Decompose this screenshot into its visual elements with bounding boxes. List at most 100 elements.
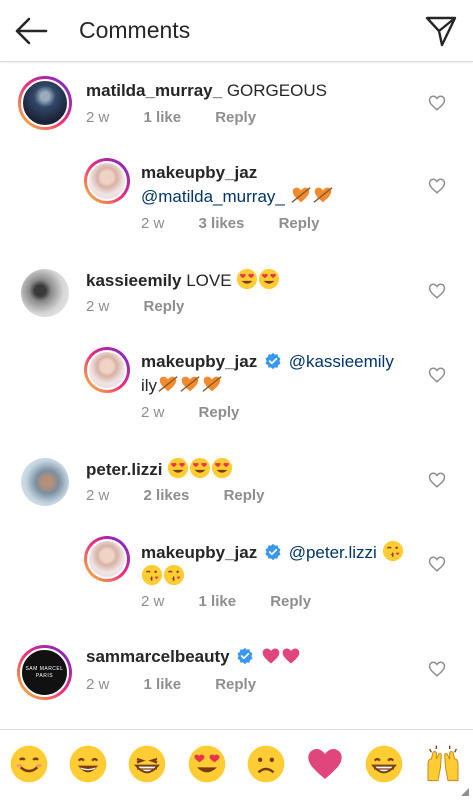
comment-username[interactable]: kassieemily	[86, 271, 181, 290]
heart-eyes-emoji-icon	[190, 457, 211, 479]
comment-username[interactable]: makeupby_jaz	[141, 352, 257, 371]
profile-photo	[21, 458, 69, 506]
heart-eyes-emoji-icon	[168, 457, 189, 479]
avatar[interactable]	[21, 458, 69, 506]
profile-photo	[87, 161, 127, 201]
avatar[interactable]	[84, 536, 130, 582]
comment-text: kassieemily LOVE	[86, 268, 280, 292]
like-heart-icon[interactable]	[428, 94, 446, 112]
comment-text: peter.lizzi	[86, 457, 233, 481]
comment-time: 2 w	[86, 487, 110, 504]
comment-time: 2 w	[86, 298, 110, 315]
emoji-quick-bar	[0, 729, 473, 800]
comment-text: makeupby_jaz @kassieemily ily	[141, 351, 416, 397]
heart-with-arrow-icon	[291, 187, 311, 203]
comment-time: 2 w	[141, 404, 165, 421]
reply-button[interactable]: Reply	[144, 298, 185, 315]
profile-photo	[87, 350, 127, 390]
like-heart-icon[interactable]	[428, 366, 446, 384]
comment-username[interactable]: sammarcelbeauty	[86, 647, 230, 666]
page-title: Comments	[79, 17, 191, 43]
heart-with-arrow-icon	[202, 376, 222, 392]
comment-item: peter.lizzi 2 w 2 likes Reply	[0, 452, 473, 512]
comment-text: makeupby_jaz @matilda_murray_	[141, 162, 411, 208]
profile-photo: SAM MARCEL PARIS	[20, 648, 69, 697]
resize-corner-icon	[461, 788, 469, 796]
like-heart-icon[interactable]	[428, 282, 446, 300]
comment-meta: 2 w 1 like Reply	[141, 593, 341, 610]
profile-photo	[21, 269, 69, 317]
comment-meta: 2 w Reply	[86, 298, 214, 315]
verified-badge-icon	[237, 647, 253, 665]
kissing-face-emoji-icon	[163, 564, 185, 586]
like-heart-icon[interactable]	[428, 471, 446, 489]
like-heart-icon[interactable]	[428, 660, 446, 678]
raising-hands-icon[interactable]	[423, 744, 463, 784]
reply-button[interactable]: Reply	[270, 593, 311, 610]
comment-username[interactable]: peter.lizzi	[86, 460, 163, 479]
reply-button[interactable]: Reply	[215, 109, 256, 126]
beaming-face-icon[interactable]	[127, 744, 167, 784]
comment-item: SAM MARCEL PARIS sammarcelbeauty 2 w 1 l…	[0, 643, 473, 713]
comment-body: ily	[141, 376, 158, 395]
comment-time: 2 w	[86, 676, 110, 693]
reply-button[interactable]: Reply	[199, 404, 240, 421]
comment-username[interactable]: matilda_murray_	[86, 81, 222, 100]
comment-username[interactable]: makeupby_jaz	[141, 163, 257, 182]
comment-meta: 2 w 1 like Reply	[86, 109, 286, 126]
comment-time: 2 w	[141, 593, 165, 610]
comment-mention[interactable]: @matilda_murray_	[141, 187, 285, 206]
red-heart-icon[interactable]	[305, 744, 345, 784]
pink-heart-icon	[262, 648, 280, 664]
avatar[interactable]: SAM MARCEL PARIS	[17, 645, 72, 700]
comment-likes[interactable]: 1 like	[144, 109, 182, 126]
grinning-face-icon[interactable]	[68, 744, 108, 784]
comment-username[interactable]: makeupby_jaz	[141, 543, 257, 562]
avatar[interactable]	[84, 158, 130, 204]
reply-button[interactable]: Reply	[224, 487, 265, 504]
comment-meta: 2 w Reply	[141, 404, 269, 421]
comment-likes[interactable]: 2 likes	[144, 487, 190, 504]
comment-meta: 2 w 3 likes Reply	[141, 215, 349, 232]
comment-meta: 2 w 1 like Reply	[86, 676, 286, 693]
profile-photo	[21, 79, 69, 127]
comment-time: 2 w	[86, 109, 110, 126]
back-arrow-icon[interactable]	[12, 14, 50, 48]
frowning-face-icon[interactable]	[246, 744, 286, 784]
like-heart-icon[interactable]	[428, 177, 446, 195]
comment-body: LOVE	[186, 271, 232, 290]
heart-eyes-face-icon[interactable]	[187, 744, 227, 784]
comment-item: kassieemily LOVE 2 w Reply	[0, 263, 473, 323]
comment-meta: 2 w 2 likes Reply	[86, 487, 294, 504]
comment-likes[interactable]: 1 like	[199, 593, 237, 610]
reply-button[interactable]: Reply	[215, 676, 256, 693]
avatar[interactable]	[18, 76, 72, 130]
comment-mention[interactable]: @peter.lizzi	[289, 543, 377, 562]
avatar[interactable]	[21, 269, 69, 317]
heart-with-arrow-icon	[158, 376, 178, 392]
verified-badge-icon	[265, 352, 281, 370]
comment-item: makeupby_jaz @peter.lizzi 2 w 1 like Rep…	[0, 536, 473, 616]
send-icon[interactable]	[424, 14, 458, 48]
heart-eyes-emoji-icon	[259, 268, 280, 290]
smiling-face-icon[interactable]	[9, 744, 49, 784]
profile-photo	[87, 539, 127, 579]
heart-eyes-emoji-icon	[212, 457, 233, 479]
kissing-face-emoji-icon	[141, 564, 163, 586]
comment-likes[interactable]: 1 like	[144, 676, 182, 693]
avatar[interactable]	[84, 347, 130, 393]
comment-text: matilda_murray_ GORGEOUS	[86, 80, 327, 102]
avatar-brand-subtext: PARIS	[35, 672, 54, 679]
comment-text: makeupby_jaz @peter.lizzi	[141, 540, 416, 588]
reply-button[interactable]: Reply	[279, 215, 320, 232]
pink-heart-icon	[282, 648, 300, 664]
comment-item: matilda_murray_ GORGEOUS 2 w 1 like Repl…	[0, 74, 473, 144]
heart-eyes-emoji-icon	[237, 268, 258, 290]
heart-with-arrow-icon	[180, 376, 200, 392]
like-heart-icon[interactable]	[428, 555, 446, 573]
comment-likes[interactable]: 3 likes	[199, 215, 245, 232]
comment-mention[interactable]: @kassieemily	[289, 352, 394, 371]
verified-badge-icon	[265, 543, 281, 561]
grinning-big-eyes-face-icon[interactable]	[364, 744, 404, 784]
comment-time: 2 w	[141, 215, 165, 232]
